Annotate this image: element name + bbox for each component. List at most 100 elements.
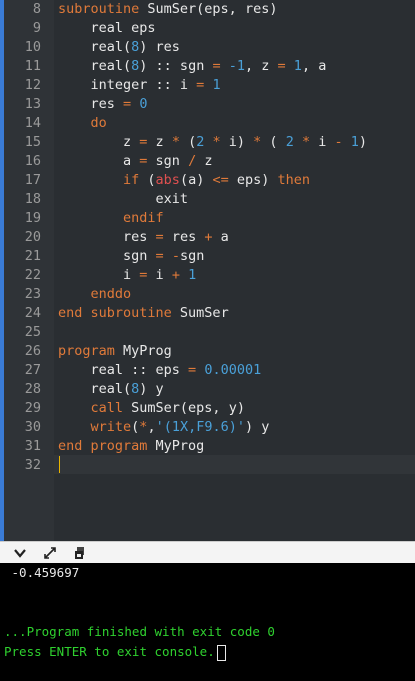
line-number: 29 <box>24 400 41 416</box>
code-token: <= <box>212 172 229 188</box>
code-line[interactable]: res = res + a <box>58 228 229 247</box>
code-line[interactable]: res = 0 <box>58 95 148 114</box>
code-token: SumSer <box>171 305 229 321</box>
code-token: abs <box>155 172 180 188</box>
code-token: - <box>334 134 343 150</box>
line-number: 23 <box>24 286 41 302</box>
code-token: = <box>277 58 286 74</box>
copy-icon[interactable] <box>72 545 88 561</box>
line-number: 32 <box>24 457 41 473</box>
code-token: + <box>171 267 180 283</box>
code-token: exit <box>58 191 189 207</box>
code-line[interactable]: if (abs(a) <= eps) then <box>58 171 310 190</box>
line-number: 17 <box>24 172 41 188</box>
code-line[interactable]: real :: eps = 0.00001 <box>58 361 262 380</box>
code-token: res <box>58 229 156 245</box>
code-line[interactable]: exit <box>58 190 189 209</box>
code-line[interactable]: real(8) :: sgn = -1, z = 1, a <box>58 57 327 76</box>
line-number: 12 <box>24 77 41 93</box>
code-line[interactable]: real eps <box>58 19 156 38</box>
code-token: ) y <box>244 419 270 435</box>
line-number: 10 <box>24 39 41 55</box>
code-line[interactable]: program MyProg <box>58 342 172 361</box>
code-token: -1 <box>228 58 245 74</box>
code-token: - <box>171 248 180 264</box>
code-line[interactable]: sgn = -sgn <box>58 247 204 266</box>
code-token: z <box>196 153 213 169</box>
code-token: eps) <box>228 172 278 188</box>
line-number: 16 <box>24 153 41 169</box>
code-line[interactable]: enddo <box>58 285 132 304</box>
console-panel[interactable]: -0.459697 ...Program finished with exit … <box>0 563 415 681</box>
code-token: = <box>155 229 164 245</box>
line-number: 27 <box>24 362 41 378</box>
console-cursor <box>216 644 226 661</box>
line-number: 14 <box>24 115 41 131</box>
console-prompt: Press ENTER to exit console. <box>4 643 226 661</box>
code-token: ( <box>139 172 156 188</box>
line-number: 31 <box>24 438 41 454</box>
code-line[interactable]: call SumSer(eps, y) <box>58 399 245 418</box>
chevron-down-icon[interactable] <box>12 545 28 561</box>
code-line[interactable]: real(8) y <box>58 380 164 399</box>
code-token: ) y <box>139 381 164 397</box>
code-token: res <box>163 229 205 245</box>
code-token: * <box>301 134 311 150</box>
line-number: 26 <box>24 343 41 359</box>
code-token: 0 <box>139 96 148 112</box>
code-token: sgn <box>58 248 156 264</box>
code-token: subroutine <box>58 1 140 17</box>
code-token: real( <box>58 39 132 55</box>
code-token: program <box>58 343 115 359</box>
line-number: 13 <box>24 96 41 112</box>
code-token: ( <box>179 134 197 150</box>
line-number: 15 <box>24 134 41 150</box>
console-finished-message: ...Program finished with exit code 0 <box>4 624 275 639</box>
code-token: SumSer(eps, res) <box>139 1 278 17</box>
line-number: 30 <box>24 419 41 435</box>
code-token: ) res <box>139 39 180 55</box>
code-token: SumSer(eps, y) <box>123 400 245 416</box>
code-token: a <box>212 229 229 245</box>
code-line[interactable]: write(*,'(1X,F9.6)') y <box>58 418 270 437</box>
line-number: 24 <box>24 305 41 321</box>
code-line[interactable]: end subroutine SumSer <box>58 304 229 323</box>
code-line[interactable]: end program MyProg <box>58 437 204 456</box>
code-token: i <box>310 134 335 150</box>
code-line[interactable]: z = z * (2 * i) * ( 2 * i - 1) <box>58 133 367 152</box>
code-token: i <box>58 267 140 283</box>
code-line[interactable]: endif <box>58 209 164 228</box>
code-token: 1 <box>212 77 221 93</box>
code-token: real eps <box>58 20 156 36</box>
code-line[interactable]: a = sgn / z <box>58 152 212 171</box>
code-token: , <box>147 419 156 435</box>
code-editor[interactable]: 8 9 10 11 12 13 14 15 16 17 18 19 20 21 22 23 24 25 26 27 28… <box>0 0 415 541</box>
code-line[interactable]: subroutine SumSer(eps, res) <box>58 0 277 19</box>
code-line[interactable]: integer :: i = 1 <box>58 76 221 95</box>
code-token: endif <box>58 210 164 226</box>
code-token: i) <box>220 134 254 150</box>
code-token: (a) <box>179 172 213 188</box>
code-token: if <box>58 172 140 188</box>
code-token: real :: eps <box>58 362 189 378</box>
expand-icon[interactable] <box>42 545 58 561</box>
code-token: real( <box>58 381 132 397</box>
code-token: = <box>212 58 221 74</box>
code-token: ) <box>358 134 368 150</box>
code-token: = <box>155 248 164 264</box>
code-token: , z <box>245 58 278 74</box>
code-token: MyProg <box>114 343 172 359</box>
code-line[interactable]: do <box>58 114 107 133</box>
code-token: , a <box>301 58 327 74</box>
code-token: i <box>147 267 172 283</box>
code-area[interactable]: subroutine SumSer(eps, res) real eps rea… <box>54 0 415 541</box>
code-line[interactable]: real(8) res <box>58 38 180 57</box>
code-token: 1 <box>293 58 302 74</box>
code-line[interactable]: i = i + 1 <box>58 266 196 285</box>
line-number: 20 <box>24 229 41 245</box>
code-token: = <box>123 96 132 112</box>
